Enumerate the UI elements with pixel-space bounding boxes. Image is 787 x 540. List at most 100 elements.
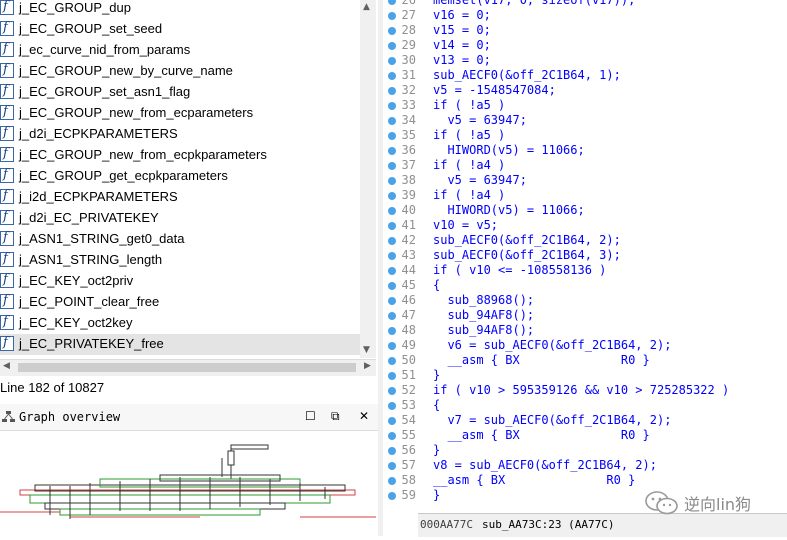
breakpoint-dot-icon[interactable] <box>388 147 396 155</box>
code-line[interactable]: 45 { <box>383 278 787 293</box>
breakpoint-dot-icon[interactable] <box>388 132 396 140</box>
function-list-item[interactable]: f j_EC_GROUP_new_from_ecpkparameters <box>0 145 360 166</box>
breakpoint-dot-icon[interactable] <box>388 0 396 5</box>
function-list-item[interactable]: f j_EC_GROUP_set_seed <box>0 19 360 40</box>
breakpoint-dot-icon[interactable] <box>388 177 396 185</box>
code-line[interactable]: 43 sub_AECF0(&off_2C1B64, 3); <box>383 248 787 263</box>
code-line[interactable]: 56} <box>383 443 787 458</box>
function-list-item[interactable]: f j_EC_KEY_oct2key <box>0 313 360 334</box>
breakpoint-dot-icon[interactable] <box>388 27 396 35</box>
function-list-item[interactable]: f j_ec_curve_nid_from_params <box>0 40 360 61</box>
code-line[interactable]: 46 sub_88968(); <box>383 293 787 308</box>
code-line[interactable]: 29 v14 = 0; <box>383 38 787 53</box>
function-list-item[interactable]: f j_EC_PRIVATEKEY_free <box>0 334 360 355</box>
graph-overview-canvas[interactable] <box>0 431 378 536</box>
code-line[interactable]: 35 if ( !a5 ) <box>383 128 787 143</box>
breakpoint-dot-icon[interactable] <box>388 432 396 440</box>
breakpoint-dot-icon[interactable] <box>388 462 396 470</box>
function-list-item[interactable]: f j_EC_GROUP_new_by_curve_name <box>0 61 360 82</box>
pseudocode-view[interactable]: 26 memset(v17, 0, sizeof(v17)); 27 v16 = 0;… <box>383 0 787 510</box>
breakpoint-dot-icon[interactable] <box>388 342 396 350</box>
code-line[interactable]: 38 v5 = 63947; <box>383 173 787 188</box>
breakpoint-dot-icon[interactable] <box>388 162 396 170</box>
function-list-item[interactable]: f j_EC_KEY_oct2priv <box>0 271 360 292</box>
function-list[interactable]: f j_EC_GROUP_dup f j_EC_GROUP_set_seed f j_ec… <box>0 0 376 358</box>
code-text: v10 = v5; <box>433 218 499 232</box>
code-line[interactable]: 33 if ( !a5 ) <box>383 98 787 113</box>
code-line[interactable]: 52 if ( v10 > 595359126 && v10 > 72528532… <box>383 383 787 398</box>
breakpoint-dot-icon[interactable] <box>388 57 396 65</box>
code-text: sub_AECF0(&off_2C1B64, 1); <box>433 68 621 82</box>
scroll-down-arrow-icon[interactable]: ▼ <box>363 345 370 355</box>
function-list-item[interactable]: f j_d2i_EC_PRIVATEKEY <box>0 208 360 229</box>
breakpoint-dot-icon[interactable] <box>388 282 396 290</box>
breakpoint-dot-icon[interactable] <box>388 387 396 395</box>
code-line[interactable]: 26 memset(v17, 0, sizeof(v17)); <box>383 0 787 8</box>
breakpoint-dot-icon[interactable] <box>388 252 396 260</box>
float-button[interactable]: ⧉ <box>331 409 340 424</box>
breakpoint-dot-icon[interactable] <box>388 372 396 380</box>
function-list-item[interactable]: f j_EC_GROUP_dup <box>0 0 360 19</box>
breakpoint-dot-icon[interactable] <box>388 72 396 80</box>
code-line[interactable]: 31 sub_AECF0(&off_2C1B64, 1); <box>383 68 787 83</box>
breakpoint-dot-icon[interactable] <box>388 357 396 365</box>
breakpoint-dot-icon[interactable] <box>388 402 396 410</box>
code-line[interactable]: 53 { <box>383 398 787 413</box>
code-line[interactable]: 50 __asm { BX R0 } <box>383 353 787 368</box>
code-line[interactable]: 39 if ( !a4 ) <box>383 188 787 203</box>
breakpoint-dot-icon[interactable] <box>388 327 396 335</box>
function-list-item[interactable]: f j_d2i_ECPKPARAMETERS <box>0 124 360 145</box>
code-line[interactable]: 27 v16 = 0; <box>383 8 787 23</box>
code-line[interactable]: 28 v15 = 0; <box>383 23 787 38</box>
scroll-left-arrow-icon[interactable]: ◀ <box>3 361 10 371</box>
code-line[interactable]: 55 __asm { BX R0 } <box>383 428 787 443</box>
breakpoint-dot-icon[interactable] <box>388 87 396 95</box>
function-list-horizontal-scrollbar[interactable]: ◀ ▶ <box>0 359 376 376</box>
breakpoint-dot-icon[interactable] <box>388 117 396 125</box>
function-list-item[interactable]: f j_i2d_ECPKPARAMETERS <box>0 187 360 208</box>
function-list-item[interactable]: f j_EC_GROUP_new_from_ecparameters <box>0 103 360 124</box>
breakpoint-dot-icon[interactable] <box>388 12 396 20</box>
code-line[interactable]: 54 v7 = sub_AECF0(&off_2C1B64, 2); <box>383 413 787 428</box>
code-line[interactable]: 57 v8 = sub_AECF0(&off_2C1B64, 2); <box>383 458 787 473</box>
code-line[interactable]: 58 __asm { BX R0 } <box>383 473 787 488</box>
close-button[interactable]: ✕ <box>359 409 369 423</box>
function-list-item[interactable]: f j_ASN1_STRING_length <box>0 250 360 271</box>
horizontal-scroll-thumb[interactable] <box>18 363 356 372</box>
code-line[interactable]: 30 v13 = 0; <box>383 53 787 68</box>
code-line[interactable]: 40 HIWORD(v5) = 11066; <box>383 203 787 218</box>
function-list-item[interactable]: f j_EC_POINT_clear_free <box>0 292 360 313</box>
breakpoint-dot-icon[interactable] <box>388 42 396 50</box>
breakpoint-dot-icon[interactable] <box>388 297 396 305</box>
code-line[interactable]: 44 if ( v10 <= -108558136 ) <box>383 263 787 278</box>
breakpoint-dot-icon[interactable] <box>388 447 396 455</box>
code-line[interactable]: 41 v10 = v5; <box>383 218 787 233</box>
code-line[interactable]: 48 sub_94AF8(); <box>383 323 787 338</box>
breakpoint-dot-icon[interactable] <box>388 477 396 485</box>
breakpoint-dot-icon[interactable] <box>388 267 396 275</box>
scroll-up-arrow-icon[interactable]: ▲ <box>363 2 370 12</box>
function-list-item[interactable]: f j_EC_GROUP_set_asn1_flag <box>0 82 360 103</box>
breakpoint-dot-icon[interactable] <box>388 192 396 200</box>
code-line[interactable]: 42 sub_AECF0(&off_2C1B64, 2); <box>383 233 787 248</box>
code-line[interactable]: 47 sub_94AF8(); <box>383 308 787 323</box>
breakpoint-dot-icon[interactable] <box>388 492 396 500</box>
function-icon: f <box>0 83 14 99</box>
breakpoint-dot-icon[interactable] <box>388 222 396 230</box>
code-line[interactable]: 36 HIWORD(v5) = 11066; <box>383 143 787 158</box>
code-line[interactable]: 51} <box>383 368 787 383</box>
function-list-item[interactable]: f j_ASN1_STRING_get0_data <box>0 229 360 250</box>
code-line[interactable]: 37 if ( !a4 ) <box>383 158 787 173</box>
breakpoint-dot-icon[interactable] <box>388 417 396 425</box>
code-line[interactable]: 34 v5 = 63947; <box>383 113 787 128</box>
breakpoint-dot-icon[interactable] <box>388 237 396 245</box>
scroll-right-arrow-icon[interactable]: ▶ <box>364 361 371 371</box>
breakpoint-dot-icon[interactable] <box>388 102 396 110</box>
breakpoint-dot-icon[interactable] <box>388 207 396 215</box>
code-line[interactable]: 49 v6 = sub_AECF0(&off_2C1B64, 2); <box>383 338 787 353</box>
breakpoint-dot-icon[interactable] <box>388 312 396 320</box>
function-list-item[interactable]: f j_EC_GROUP_get_ecpkparameters <box>0 166 360 187</box>
code-line[interactable]: 32 v5 = -1548547084; <box>383 83 787 98</box>
restore-button[interactable]: ☐ <box>305 409 316 423</box>
function-list-vertical-scrollbar[interactable]: ▲ ▼ <box>360 0 376 358</box>
